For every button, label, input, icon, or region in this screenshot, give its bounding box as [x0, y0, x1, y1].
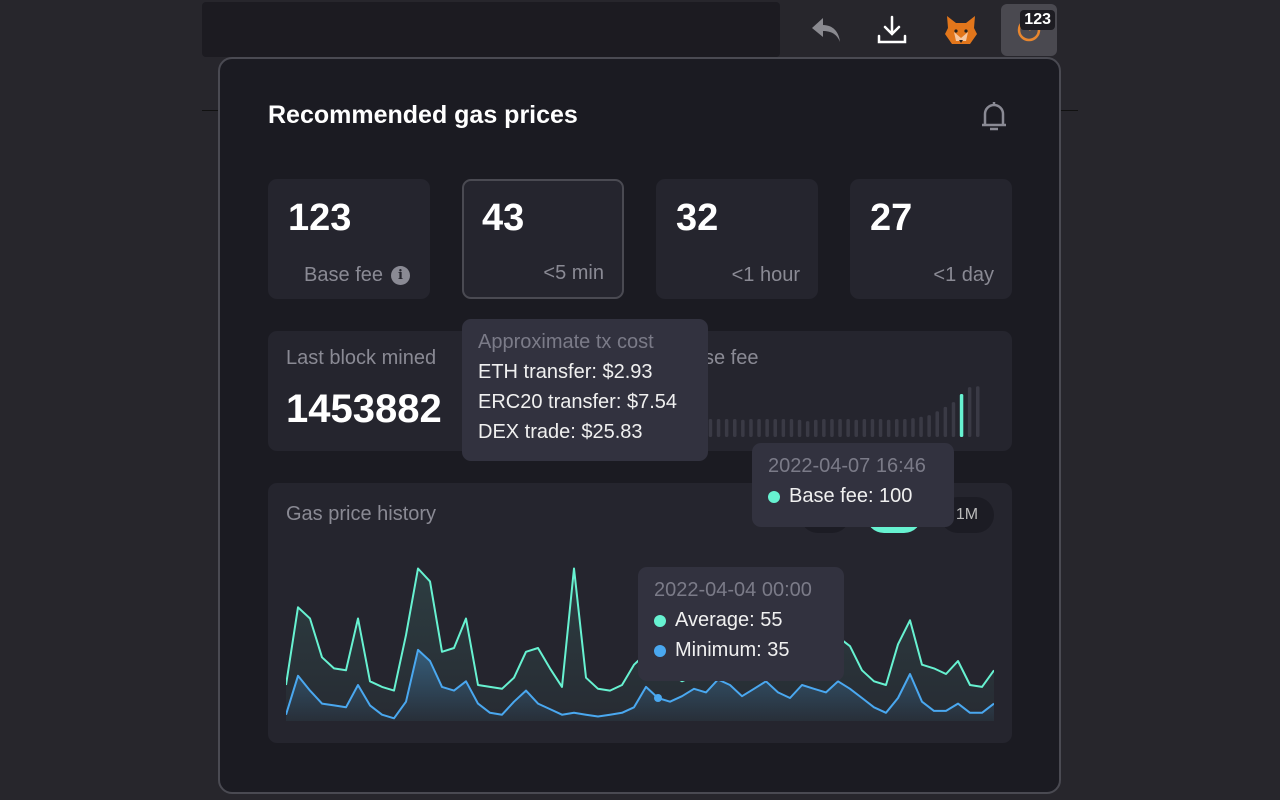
bell-icon	[982, 102, 1006, 131]
base-fee-bar[interactable]	[951, 402, 956, 437]
base-fee-bar[interactable]	[830, 418, 834, 437]
metamask-button[interactable]	[933, 4, 989, 56]
tooltip-minimum: Minimum: 35	[675, 639, 790, 661]
minimum-dot	[654, 644, 666, 657]
base-fee-bar[interactable]	[789, 418, 794, 437]
base-fee-bar[interactable]	[757, 418, 761, 437]
card-fast[interactable]: 43 <5 min	[462, 179, 624, 299]
base-fee-bar[interactable]	[773, 418, 778, 437]
base-fee-bar[interactable]	[733, 418, 737, 437]
back-button[interactable]	[798, 4, 854, 56]
base-fee-tooltip: 2022-04-07 16:46 Base fee: 100	[752, 443, 954, 527]
metamask-fox-icon	[945, 16, 977, 44]
base-fee-bar[interactable]	[846, 418, 850, 437]
base-fee-bar[interactable]	[708, 418, 713, 437]
card-label: <5 min	[543, 262, 604, 284]
info-icon[interactable]: i	[391, 266, 410, 285]
average-dot	[654, 614, 666, 627]
dex-trade-cost: DEX trade: $25.83	[478, 421, 643, 443]
base-fee-bar[interactable]	[781, 418, 786, 437]
base-fee-bar[interactable]	[919, 416, 923, 437]
base-fee-bar-chart[interactable]	[704, 371, 1004, 439]
base-fee-bar[interactable]	[822, 418, 826, 437]
base-fee-bar[interactable]	[854, 419, 859, 437]
divider	[202, 110, 218, 111]
base-fee-bar[interactable]	[927, 415, 931, 437]
card-value: 32	[676, 197, 719, 239]
legend-dot	[768, 490, 780, 503]
base-fee-chart-label: se fee	[704, 347, 759, 369]
base-fee-bar[interactable]	[935, 411, 940, 437]
tooltip-title: Approximate tx cost	[478, 331, 654, 353]
base-fee-bar[interactable]	[838, 418, 842, 437]
download-button[interactable]	[864, 4, 920, 56]
card-base-fee[interactable]: 123 Base fee i	[268, 179, 430, 299]
tooltip-base-fee: Base fee: 100	[789, 485, 913, 507]
card-value: 27	[870, 197, 913, 239]
erc20-transfer-cost: ERC20 transfer: $7.54	[478, 391, 677, 413]
history-tooltip: 2022-04-04 00:00 Average: 55 Minimum: 35	[638, 567, 844, 681]
base-fee-bar[interactable]	[814, 419, 818, 437]
base-fee-bar[interactable]	[765, 418, 769, 437]
base-fee-bar[interactable]	[797, 419, 802, 437]
minimum-hover-point	[654, 694, 662, 702]
tooltip-average: Average: 55	[675, 609, 783, 631]
address-bar[interactable]	[202, 2, 780, 57]
card-value: 123	[288, 197, 352, 239]
base-fee-bar[interactable]	[741, 419, 745, 437]
tx-cost-tooltip: Approximate tx cost ETH transfer: $2.93 …	[462, 319, 708, 461]
gas-extension-button[interactable]: 123	[1001, 4, 1057, 56]
base-fee-bar[interactable]	[749, 418, 753, 437]
base-fee-bar[interactable]	[870, 418, 875, 437]
gas-badge: 123	[1020, 10, 1055, 30]
base-fee-bar[interactable]	[895, 418, 899, 437]
base-fee-bar[interactable]	[967, 387, 972, 437]
notifications-button[interactable]	[978, 99, 1010, 138]
base-fee-bar[interactable]	[716, 418, 721, 437]
base-fee-bar[interactable]	[911, 418, 915, 437]
card-label: Base fee	[304, 264, 383, 286]
card-label: <1 hour	[731, 264, 800, 286]
tooltip-date: 2022-04-07 16:46	[768, 455, 926, 477]
base-fee-bar[interactable]	[862, 418, 867, 437]
last-block-label: Last block mined	[286, 347, 437, 369]
base-fee-bar[interactable]	[805, 421, 810, 437]
base-fee-bar[interactable]	[724, 418, 729, 437]
card-value: 43	[482, 197, 525, 239]
download-icon	[877, 15, 907, 44]
base-fee-bar[interactable]	[886, 419, 891, 437]
tooltip-date: 2022-04-04 00:00	[654, 579, 812, 601]
eth-transfer-cost: ETH transfer: $2.93	[478, 361, 653, 383]
card-label: <1 day	[933, 264, 994, 286]
popup-title: Recommended gas prices	[268, 101, 578, 129]
base-fee-bar[interactable]	[943, 406, 948, 437]
card-slow[interactable]: 27 <1 day	[850, 179, 1012, 299]
card-standard[interactable]: 32 <1 hour	[656, 179, 818, 299]
last-block-number: 1453882	[286, 387, 442, 431]
base-fee-bar[interactable]	[959, 394, 964, 437]
history-title: Gas price history	[286, 503, 437, 525]
gas-popup: Recommended gas prices 123 Base fee i 43 …	[218, 57, 1061, 794]
divider	[1060, 110, 1078, 111]
base-fee-bar[interactable]	[903, 418, 907, 437]
base-fee-bar[interactable]	[878, 418, 883, 437]
back-icon	[812, 18, 840, 42]
base-fee-bar[interactable]	[976, 386, 980, 437]
